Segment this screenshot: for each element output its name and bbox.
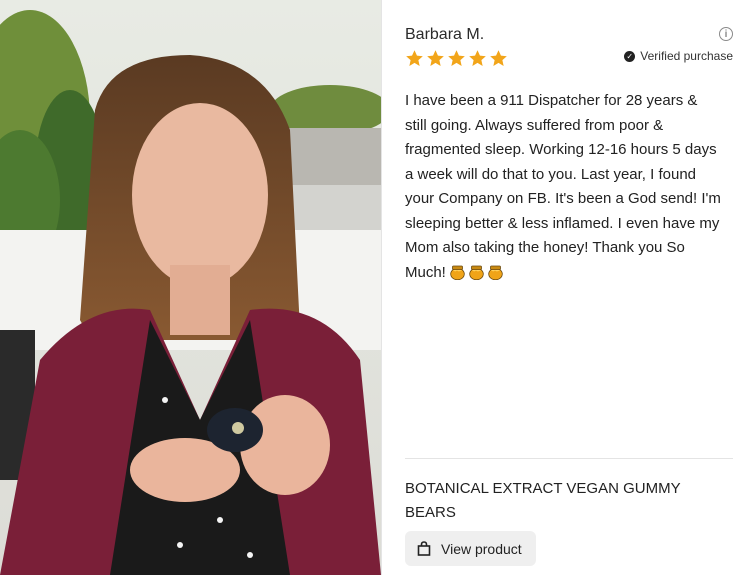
star-icon — [427, 50, 444, 66]
verified-label: Verified purchase — [640, 49, 733, 63]
info-icon[interactable]: i — [719, 27, 733, 41]
review-body: I have been a 911 Dispatcher for 28 year… — [405, 89, 723, 285]
review-text: I have been a 911 Dispatcher for 28 year… — [405, 92, 721, 281]
honey-pot-icon — [488, 265, 503, 280]
view-product-label: View product — [441, 540, 522, 557]
star-icon — [490, 50, 507, 66]
shopping-bag-icon — [417, 541, 431, 556]
honey-pot-icon — [450, 265, 465, 280]
review-panel: Barbara M. i ✓ Verified purchase I have … — [405, 0, 735, 575]
check-circle-icon: ✓ — [624, 50, 636, 62]
star-icon — [406, 50, 423, 66]
panel-divider — [381, 0, 382, 575]
product-name[interactable]: BOTANICAL EXTRACT VEGAN GUMMY BEARS — [405, 477, 725, 525]
view-product-button[interactable]: View product — [405, 531, 536, 566]
verified-badge: ✓ Verified purchase — [624, 49, 733, 63]
reviewer-name: Barbara M. — [405, 26, 485, 43]
product-separator — [405, 458, 733, 459]
review-photo — [0, 0, 381, 575]
star-rating — [405, 49, 508, 68]
honey-pot-icon — [469, 265, 484, 280]
star-icon — [448, 50, 465, 66]
photo-illustration — [0, 0, 381, 575]
star-icon — [469, 50, 486, 66]
